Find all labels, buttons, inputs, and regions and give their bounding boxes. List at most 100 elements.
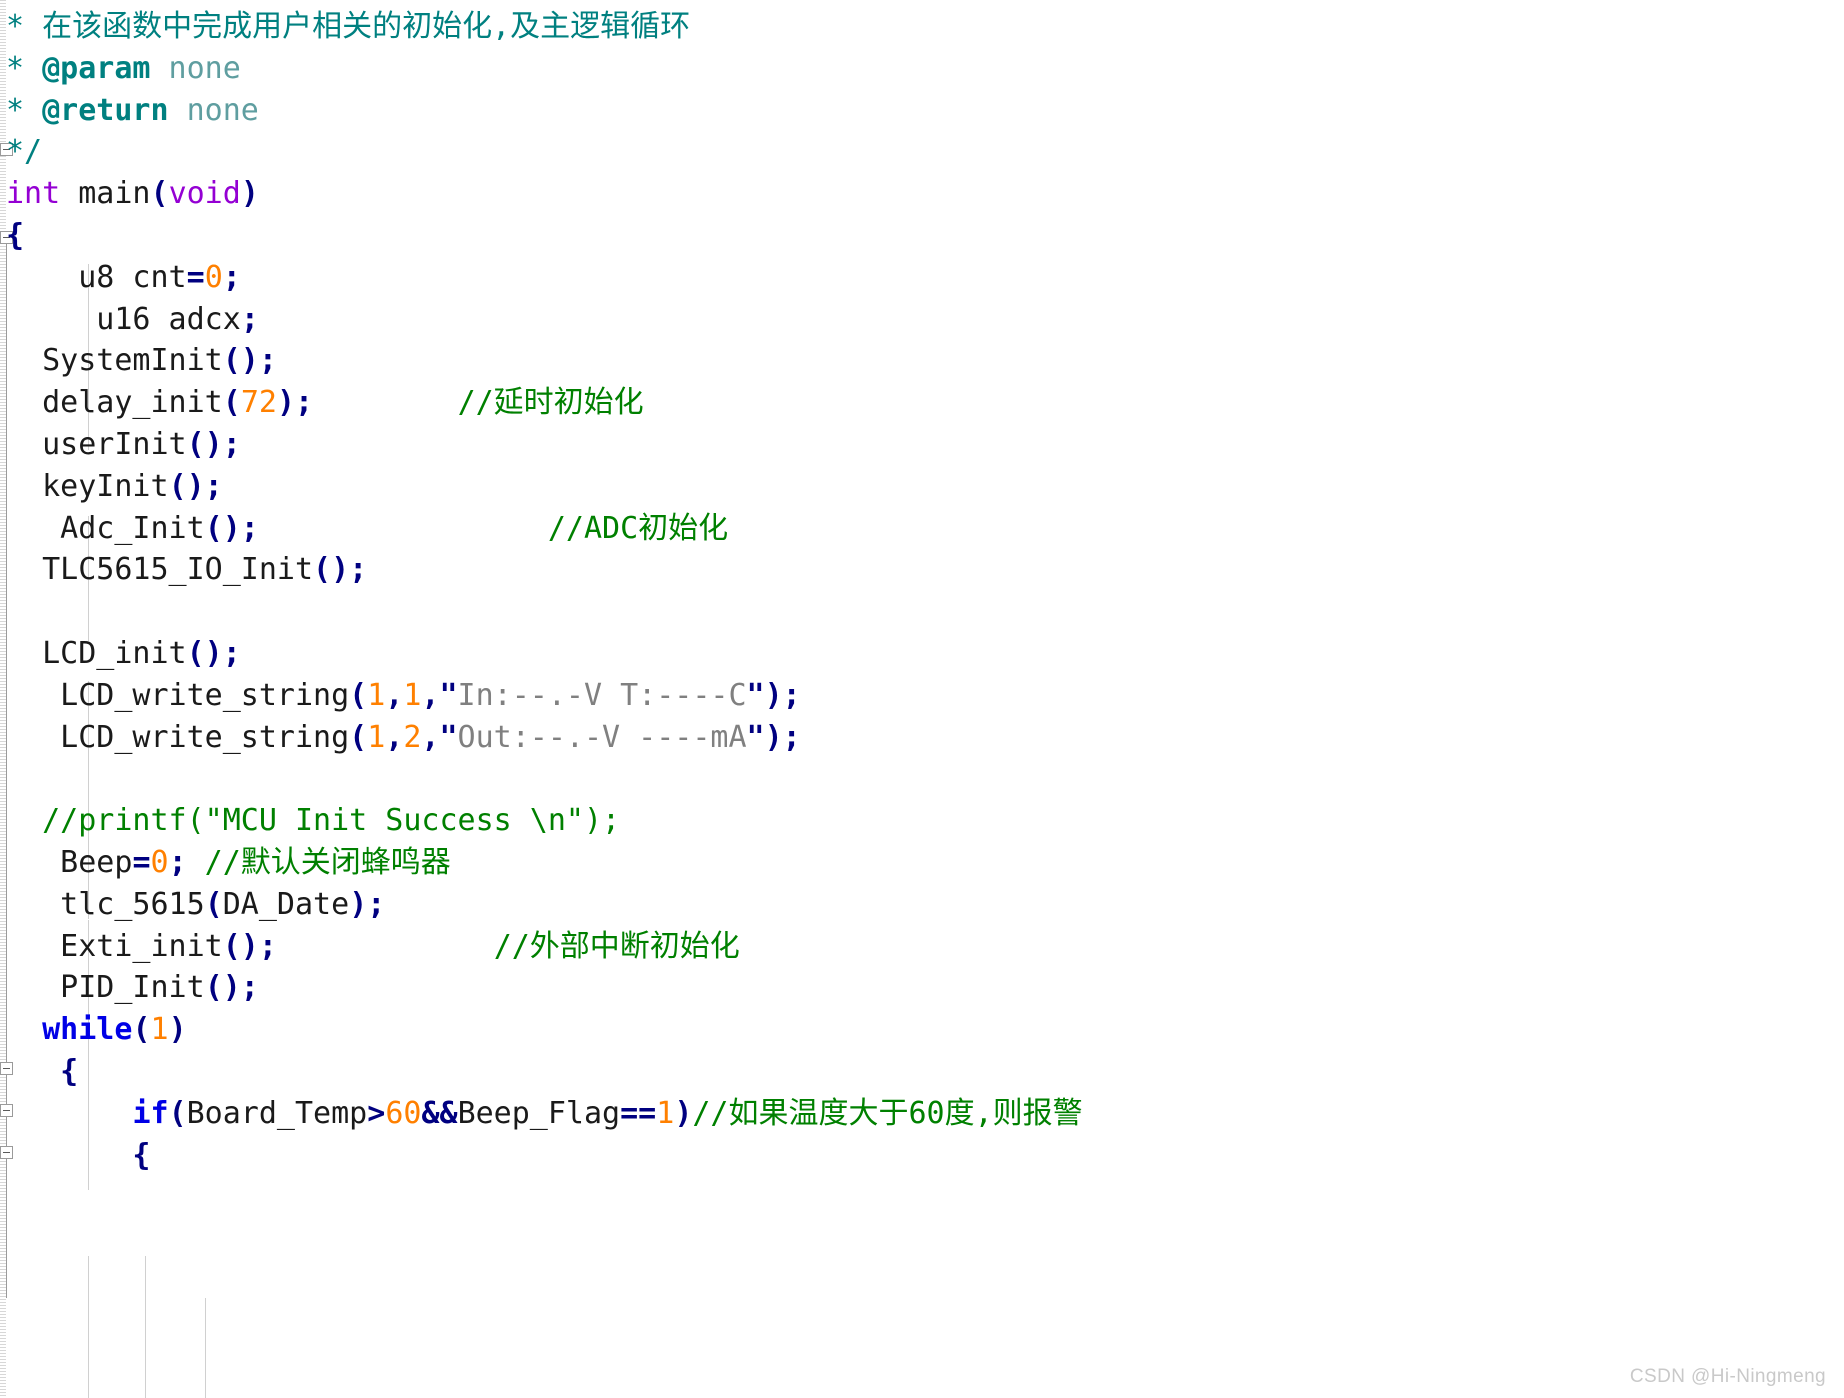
code-token-doc: */ bbox=[6, 134, 43, 170]
code-token-punct: (); bbox=[168, 468, 223, 504]
code-token-doctag: @param bbox=[42, 50, 151, 86]
code-token-id: LCD_write_string bbox=[6, 719, 350, 755]
code-token-id: TLC5615_IO_Init bbox=[6, 552, 314, 588]
code-token-punct: ); bbox=[764, 719, 801, 755]
code-token-id bbox=[6, 1096, 132, 1131]
code-token-id: userInit bbox=[6, 426, 187, 462]
code-token-punct: ( bbox=[204, 886, 223, 922]
code-line[interactable]: SystemInit(); bbox=[0, 340, 1844, 382]
code-token-punct: { bbox=[6, 217, 25, 253]
code-line[interactable]: while(1) bbox=[0, 1009, 1844, 1051]
code-token-id: main bbox=[60, 176, 151, 212]
code-line[interactable]: //printf("MCU Init Success \n"); bbox=[0, 800, 1844, 842]
code-line[interactable] bbox=[0, 591, 1844, 633]
code-token-str: Out:--.-V ----mA bbox=[457, 719, 747, 755]
code-token-id bbox=[277, 929, 494, 964]
code-token-kw: void bbox=[168, 176, 241, 212]
code-token-num: 2 bbox=[403, 719, 422, 755]
code-token-id: Beep bbox=[6, 844, 133, 880]
code-token-doc: * bbox=[6, 92, 43, 128]
code-line[interactable]: * @return none bbox=[0, 90, 1844, 132]
code-line[interactable]: { bbox=[0, 1051, 1844, 1093]
code-token-punct: (); bbox=[222, 928, 277, 964]
code-line[interactable]: LCD_init(); bbox=[0, 633, 1844, 675]
code-token-punct: (); bbox=[204, 510, 259, 546]
code-token-id: LCD_write_string bbox=[6, 677, 350, 713]
code-token-docval: none bbox=[150, 50, 241, 86]
code-line[interactable]: u8 cnt=0; bbox=[0, 257, 1844, 299]
code-token-num: 0 bbox=[204, 259, 223, 295]
code-token-punct: ( bbox=[349, 677, 368, 713]
code-line[interactable]: * 在该函数中完成用户相关的初始化,及主逻辑循环 bbox=[0, 6, 1844, 48]
code-line[interactable]: */ bbox=[0, 131, 1844, 173]
code-token-quote: " bbox=[439, 719, 458, 755]
code-token-punct: ( bbox=[168, 1095, 187, 1131]
indent-guide bbox=[205, 1298, 206, 1398]
code-token-punct: ; bbox=[240, 301, 259, 337]
code-token-op: = bbox=[132, 844, 151, 880]
code-line[interactable]: { bbox=[0, 215, 1844, 257]
code-line[interactable]: LCD_write_string(1,2,"Out:--.-V ----mA")… bbox=[0, 717, 1844, 759]
code-token-id: SystemInit bbox=[6, 343, 223, 379]
code-token-num: 1 bbox=[403, 677, 422, 713]
code-token-punct: { bbox=[6, 1137, 151, 1173]
code-token-num: 1 bbox=[367, 719, 386, 755]
code-token-num: 72 bbox=[240, 385, 277, 421]
code-token-op: && bbox=[421, 1095, 458, 1131]
code-line[interactable]: { bbox=[0, 1135, 1844, 1177]
code-token-cmt: //ADC初始化 bbox=[547, 510, 729, 546]
code-line[interactable]: PID_Init(); bbox=[0, 967, 1844, 1009]
code-token-id: tlc_5615 bbox=[6, 886, 205, 922]
code-line[interactable]: Adc_Init(); //ADC初始化 bbox=[0, 508, 1844, 550]
code-token-op: = bbox=[186, 259, 205, 295]
code-line[interactable]: Beep=0; //默认关闭蜂鸣器 bbox=[0, 842, 1844, 884]
code-line[interactable]: u16 adcx; bbox=[0, 299, 1844, 341]
code-line[interactable]: keyInit(); bbox=[0, 466, 1844, 508]
code-line[interactable]: tlc_5615(DA_Date); bbox=[0, 884, 1844, 926]
code-token-punct: , bbox=[421, 719, 440, 755]
code-token-cmt: //延时初始化 bbox=[457, 385, 644, 421]
code-token-id bbox=[259, 511, 548, 546]
code-line[interactable]: TLC5615_IO_Init(); bbox=[0, 549, 1844, 591]
code-editor-content[interactable]: * 在该函数中完成用户相关的初始化,及主逻辑循环 * @param none * @… bbox=[0, 0, 1844, 1176]
code-line[interactable] bbox=[0, 758, 1844, 800]
code-line[interactable]: int main(void) bbox=[0, 173, 1844, 215]
code-token-id: Beep_Flag bbox=[457, 1095, 621, 1131]
code-token-num: 1 bbox=[150, 1012, 169, 1048]
code-token-id: DA_Date bbox=[222, 886, 350, 922]
indent-guide bbox=[88, 1256, 89, 1398]
code-line[interactable]: LCD_write_string(1,1,"In:--.-V T:----C")… bbox=[0, 675, 1844, 717]
code-token-punct: (); bbox=[186, 635, 241, 671]
code-token-num: 0 bbox=[150, 844, 169, 880]
csdn-watermark: CSDN @Hi-Ningmeng bbox=[1629, 1366, 1826, 1387]
code-token-punct: , bbox=[421, 677, 440, 713]
code-token-doc: * bbox=[6, 50, 43, 86]
code-line[interactable]: delay_init(72); //延时初始化 bbox=[0, 382, 1844, 424]
code-line[interactable]: * @param none bbox=[0, 48, 1844, 90]
code-token-punct: ); bbox=[349, 886, 386, 922]
code-token-punct: ) bbox=[240, 176, 259, 212]
code-token-id: LCD_init bbox=[6, 635, 187, 671]
code-token-kwb: if bbox=[132, 1095, 169, 1131]
code-token-punct: (); bbox=[186, 426, 241, 462]
code-token-punct: ; bbox=[222, 259, 241, 295]
code-token-punct: ( bbox=[150, 176, 169, 212]
code-token-cmt: //外部中断初始化 bbox=[493, 928, 740, 964]
code-line[interactable]: Exti_init(); //外部中断初始化 bbox=[0, 926, 1844, 968]
code-token-num: 1 bbox=[656, 1095, 675, 1131]
code-line[interactable]: userInit(); bbox=[0, 424, 1844, 466]
code-token-id: u8 cnt bbox=[6, 259, 187, 295]
code-token-doc: 在该函数中完成用户相关的初始化,及主逻辑循环 bbox=[42, 9, 691, 44]
code-token-quote: " bbox=[746, 677, 765, 713]
code-line[interactable]: if(Board_Temp>60&&Beep_Flag==1)//如果温度大于6… bbox=[0, 1093, 1844, 1135]
code-token-punct: ( bbox=[222, 385, 241, 421]
code-token-str: In:--.-V T:----C bbox=[457, 677, 747, 713]
code-token-punct: { bbox=[6, 1053, 79, 1089]
code-token-punct: (); bbox=[204, 970, 259, 1006]
code-token-doctag: @return bbox=[42, 92, 169, 128]
code-token-punct: ) bbox=[168, 1012, 187, 1048]
code-token-doc: * bbox=[6, 9, 43, 44]
code-token-id: keyInit bbox=[6, 468, 169, 504]
code-token-punct: ); bbox=[764, 677, 801, 713]
code-token-quote: " bbox=[439, 677, 458, 713]
